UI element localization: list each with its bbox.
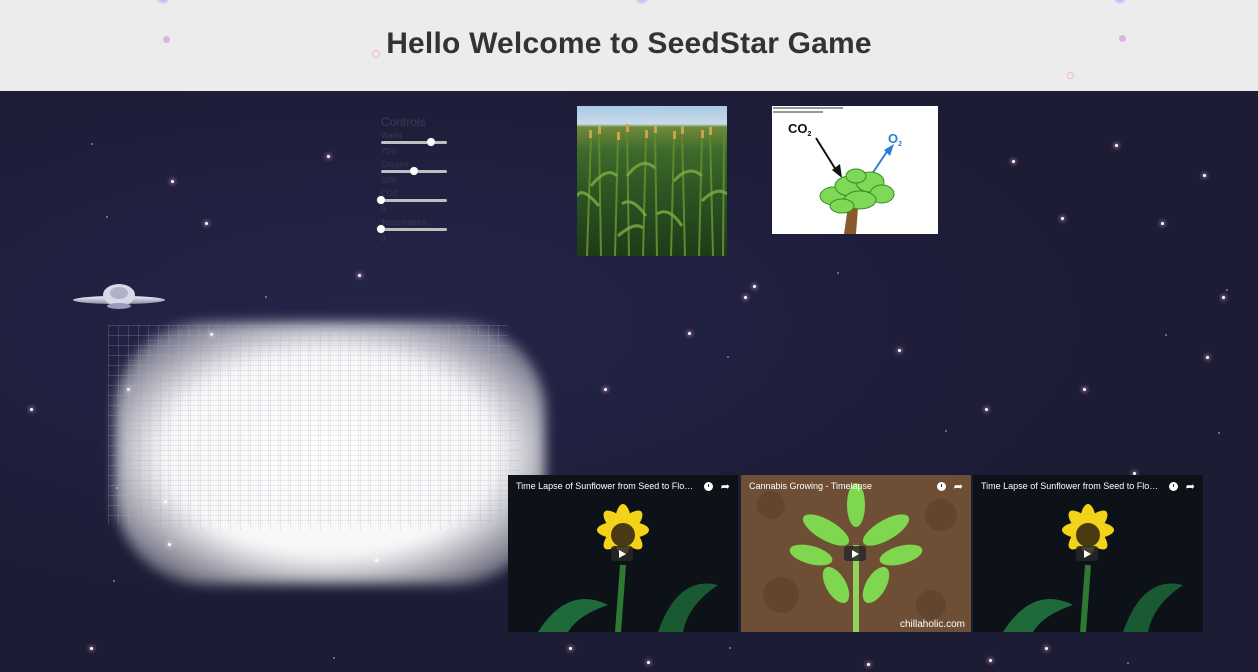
star-dot: [1222, 296, 1225, 299]
svg-text:CO2: CO2: [788, 121, 812, 138]
star-dot: [1226, 289, 1228, 291]
video-cannabis[interactable]: Cannabis Growing - Timelapse ➦ chillahol…: [741, 475, 971, 632]
co2-subscript: 2: [808, 131, 812, 138]
water-slider-thumb[interactable]: [426, 138, 435, 146]
share-icon[interactable]: ➦: [721, 480, 730, 493]
video-title[interactable]: Time Lapse of Sunflower from Seed to Flo…: [981, 481, 1161, 491]
star-dot: [171, 180, 174, 183]
star-dot: [1165, 334, 1167, 336]
star-dot: [1127, 662, 1129, 664]
temperature-slider-thumb[interactable]: [377, 225, 385, 233]
star-dot: [113, 580, 115, 582]
ufo-icon[interactable]: [72, 280, 168, 316]
star-dot: [1045, 647, 1048, 650]
video-sunflower-1[interactable]: Time Lapse of Sunflower from Seed to Flo…: [508, 475, 738, 632]
video-watermark: chillaholic.com: [899, 619, 965, 630]
oxygen-slider-thumb[interactable]: [410, 167, 418, 175]
star-dot: [1161, 222, 1164, 225]
star-dot: [837, 272, 839, 274]
star-dot: [688, 332, 691, 335]
co2-text: CO: [788, 121, 808, 136]
water-value: 75%: [381, 147, 398, 156]
star-dot: [333, 657, 335, 659]
star-dot: [91, 143, 93, 145]
star-dot: [1206, 356, 1209, 359]
o2-subscript: 2: [898, 141, 902, 148]
star-dot: [753, 285, 756, 288]
star-dot: [744, 296, 747, 299]
co2-value: 0: [381, 205, 386, 214]
star-dot: [867, 663, 870, 666]
controls-title: Controls: [381, 115, 426, 129]
star-dot: [358, 274, 361, 277]
oxygen-label: Oxygen: [381, 160, 409, 169]
temperature-slider[interactable]: [377, 225, 447, 233]
share-icon[interactable]: ➦: [954, 480, 963, 493]
play-button[interactable]: [844, 546, 866, 561]
video-sunflower-2[interactable]: Time Lapse of Sunflower from Seed to Flo…: [973, 475, 1203, 632]
star-dot: [90, 647, 93, 650]
watch-later-icon[interactable]: [703, 482, 713, 491]
corn-field-image: [577, 106, 727, 256]
star-dot: [1203, 174, 1206, 177]
play-button[interactable]: [1076, 546, 1098, 561]
star-dot: [898, 349, 901, 352]
star-dot: [945, 430, 947, 432]
watch-later-icon[interactable]: [936, 482, 946, 491]
oxygen-control: Oxygen 50%: [381, 160, 451, 189]
header-bar: Hello Welcome to SeedStar Game: [0, 0, 1258, 91]
video-title[interactable]: Cannabis Growing - Timelapse: [749, 481, 929, 491]
photosynthesis-diagram: CO2 O2: [772, 106, 938, 234]
watch-later-icon[interactable]: [1168, 482, 1178, 491]
oxygen-value: 50%: [381, 176, 398, 185]
temperature-value: 0: [381, 234, 386, 243]
star-dot: [1218, 432, 1220, 434]
star-dot: [604, 388, 607, 391]
star-dot: [727, 356, 729, 358]
star-dot: [1012, 160, 1015, 163]
co2-slider[interactable]: [377, 196, 447, 204]
controls-panel: Controls Water 75% Oxygen 50% CO2 0 Temp…: [377, 115, 451, 247]
temperature-control: Temperature 0: [377, 218, 451, 247]
o2-text: O: [888, 131, 898, 146]
grid-edge: [108, 325, 508, 525]
star-dot: [729, 647, 731, 649]
star-dot: [265, 296, 267, 298]
star-dot: [1115, 144, 1118, 147]
star-dot: [647, 661, 650, 664]
play-button[interactable]: [611, 546, 633, 561]
temperature-label: Temperature: [381, 218, 426, 227]
star-dot: [989, 659, 992, 662]
co2-slider-thumb[interactable]: [377, 196, 385, 204]
star-dot: [205, 222, 208, 225]
oxygen-slider[interactable]: [381, 167, 447, 175]
page-title: Hello Welcome to SeedStar Game: [386, 27, 872, 60]
video-title[interactable]: Time Lapse of Sunflower from Seed to Flo…: [516, 481, 696, 491]
star-dot: [985, 408, 988, 411]
star-dot: [106, 216, 108, 218]
water-slider[interactable]: [381, 138, 447, 146]
water-control: Water 75%: [381, 131, 451, 160]
water-label: Water: [381, 131, 403, 140]
co2-control: CO2 0: [377, 189, 451, 218]
star-dot: [30, 408, 33, 411]
star-dot: [569, 647, 572, 650]
star-dot: [1061, 217, 1064, 220]
svg-text:O2: O2: [888, 131, 902, 148]
star-dot: [327, 155, 330, 158]
star-dot: [1083, 388, 1086, 391]
share-icon[interactable]: ➦: [1186, 480, 1195, 493]
